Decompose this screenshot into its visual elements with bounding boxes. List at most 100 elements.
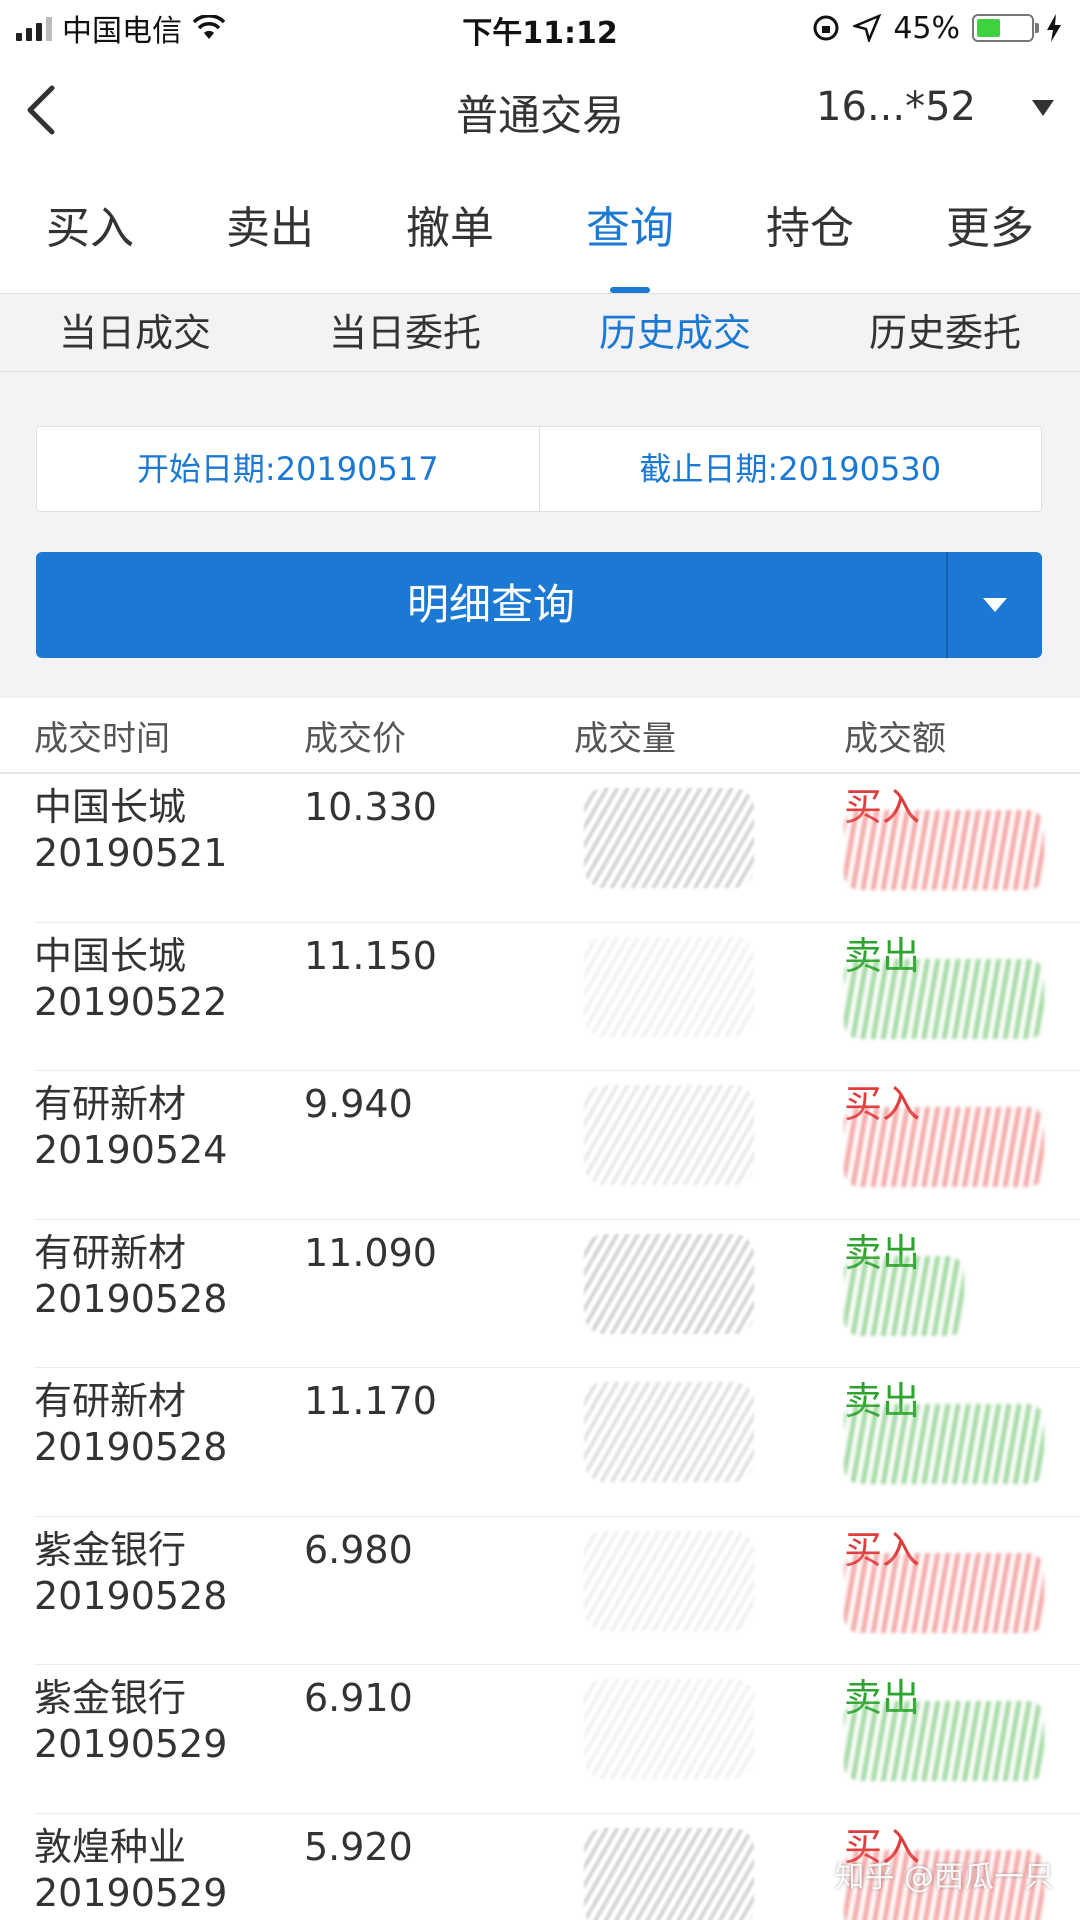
table-row[interactable]: 有研新材 20190524 9.940 买入 xyxy=(0,1071,1080,1220)
stock-cell: 中国长城 20190521 xyxy=(34,774,304,923)
table-header: 成交时间 成交价 成交量 成交额 xyxy=(0,698,1080,774)
battery-icon xyxy=(972,14,1039,42)
chevron-down-icon xyxy=(983,598,1007,612)
trade-price: 6.980 xyxy=(304,1527,413,1572)
stock-name: 敦煌种业 xyxy=(34,1824,187,1869)
table-row[interactable]: 中国长城 20190522 11.150 卖出 xyxy=(0,923,1080,1072)
trade-date: 20190528 xyxy=(34,1573,228,1618)
status-right: 45% xyxy=(811,10,1062,46)
trade-price: 11.150 xyxy=(304,933,437,978)
tab-query[interactable]: 查询 xyxy=(540,164,720,293)
redaction-scribble xyxy=(844,1552,1044,1633)
detail-query-button[interactable]: 明细查询 xyxy=(36,552,946,658)
table-row[interactable]: 有研新材 20190528 11.090 卖出 xyxy=(0,1220,1080,1369)
watermark: 知乎 @西瓜一只 xyxy=(834,1860,1054,1895)
volume-cell xyxy=(574,1814,844,1920)
redaction-scribble xyxy=(844,1107,1044,1187)
volume-cell xyxy=(574,1517,844,1666)
tab-positions[interactable]: 持仓 xyxy=(720,164,900,293)
trade-date: 20190528 xyxy=(34,1425,228,1469)
table-row[interactable]: 紫金银行 20190528 6.980 买入 xyxy=(0,1517,1080,1666)
trade-date: 20190524 xyxy=(34,1128,228,1172)
tab-more[interactable]: 更多 xyxy=(900,164,1080,293)
header-trade-volume: 成交量 xyxy=(574,718,676,759)
header-trade-time: 成交时间 xyxy=(34,718,170,759)
tab-buy[interactable]: 买入 xyxy=(0,164,180,293)
redaction-scribble xyxy=(844,1701,1044,1781)
trade-date: 20190528 xyxy=(34,1276,228,1321)
volume-cell xyxy=(574,1665,844,1814)
stock-cell: 中国长城 20190522 xyxy=(34,923,304,1072)
main-tab-bar: 买入 卖出 撤单 查询 持仓 更多 xyxy=(0,164,1080,294)
volume-cell xyxy=(574,1368,844,1517)
trade-price: 9.940 xyxy=(304,1082,413,1126)
trade-price: 10.330 xyxy=(304,785,437,829)
redaction-scribble xyxy=(584,1233,754,1334)
stock-name: 有研新材 xyxy=(34,1082,187,1126)
redaction-scribble xyxy=(584,788,754,888)
location-icon xyxy=(853,14,882,42)
volume-cell xyxy=(574,1071,844,1220)
trade-side-cell: 买入 xyxy=(844,774,1080,923)
stock-cell: 紫金银行 20190529 xyxy=(34,1665,304,1814)
table-row[interactable]: 中国长城 20190521 10.330 买入 xyxy=(0,774,1080,923)
redaction-scribble xyxy=(584,1382,754,1482)
subtab-today-trades[interactable]: 当日成交 xyxy=(0,294,270,371)
volume-cell xyxy=(574,774,844,923)
stock-cell: 敦煌种业 20190529 xyxy=(34,1814,304,1920)
redaction-scribble xyxy=(844,1404,1044,1484)
table-row[interactable]: 有研新材 20190528 11.170 卖出 xyxy=(0,1368,1080,1517)
trade-side-cell: 买入 xyxy=(844,1517,1080,1666)
subtab-history-trades[interactable]: 历史成交 xyxy=(540,294,810,371)
end-date-field[interactable]: 截止日期:20190530 xyxy=(538,427,1042,511)
redaction-scribble xyxy=(844,1255,964,1336)
redaction-scribble xyxy=(584,1530,754,1631)
header-trade-price: 成交价 xyxy=(304,718,406,759)
trade-date: 20190529 xyxy=(34,1870,228,1915)
account-selector[interactable]: 16...*52 xyxy=(816,84,976,130)
volume-cell xyxy=(574,923,844,1072)
redaction-scribble xyxy=(584,1085,754,1185)
query-button-group: 明细查询 xyxy=(36,552,1042,658)
charging-icon xyxy=(1047,14,1061,42)
trade-side-cell: 卖出 xyxy=(844,1368,1080,1517)
redaction-scribble xyxy=(844,958,1044,1039)
stock-name: 有研新材 xyxy=(34,1379,187,1423)
stock-name: 有研新材 xyxy=(34,1230,187,1275)
query-options-button[interactable] xyxy=(946,552,1042,658)
stock-cell: 有研新材 20190528 xyxy=(34,1220,304,1369)
subtab-today-orders[interactable]: 当日委托 xyxy=(270,294,540,371)
battery-percent: 45% xyxy=(893,10,960,46)
stock-name: 中国长城 xyxy=(34,933,187,978)
trade-side-cell: 卖出 xyxy=(844,1665,1080,1814)
trade-price: 11.170 xyxy=(304,1379,437,1423)
table-row[interactable]: 紫金银行 20190529 6.910 卖出 xyxy=(0,1665,1080,1814)
subtab-history-orders[interactable]: 历史委托 xyxy=(810,294,1080,371)
status-bar: 中国电信 下午11:12 45% xyxy=(0,0,1080,56)
trade-side-cell: 卖出 xyxy=(844,923,1080,1072)
date-range: 开始日期:20190517 截止日期:20190530 xyxy=(36,426,1042,512)
account-dropdown-icon[interactable] xyxy=(1032,100,1054,116)
stock-name: 紫金银行 xyxy=(34,1676,187,1720)
tab-sell[interactable]: 卖出 xyxy=(180,164,360,293)
redaction-scribble xyxy=(584,1679,754,1779)
redaction-scribble xyxy=(584,936,754,1037)
stock-cell: 紫金银行 20190528 xyxy=(34,1517,304,1666)
sub-tab-bar: 当日成交 当日委托 历史成交 历史委托 xyxy=(0,294,1080,372)
trade-date: 20190529 xyxy=(34,1722,228,1766)
start-date-field[interactable]: 开始日期:20190517 xyxy=(37,427,539,511)
redaction-scribble xyxy=(844,810,1044,890)
trade-price: 6.910 xyxy=(304,1676,413,1720)
trade-side-cell: 卖出 xyxy=(844,1220,1080,1369)
stock-cell: 有研新材 20190524 xyxy=(34,1071,304,1220)
trade-price: 5.920 xyxy=(304,1824,413,1869)
header-trade-amount: 成交额 xyxy=(844,718,946,759)
trade-side-cell: 买入 xyxy=(844,1071,1080,1220)
tab-cancel-order[interactable]: 撤单 xyxy=(360,164,540,293)
redaction-scribble xyxy=(584,1827,754,1920)
trade-price: 11.090 xyxy=(304,1230,437,1275)
trade-history-table: 成交时间 成交价 成交量 成交额 中国长城 20190521 10.330 买入 … xyxy=(0,698,1080,1920)
trade-date: 20190522 xyxy=(34,979,228,1024)
trade-date: 20190521 xyxy=(34,831,228,875)
rotation-lock-icon xyxy=(813,15,839,41)
